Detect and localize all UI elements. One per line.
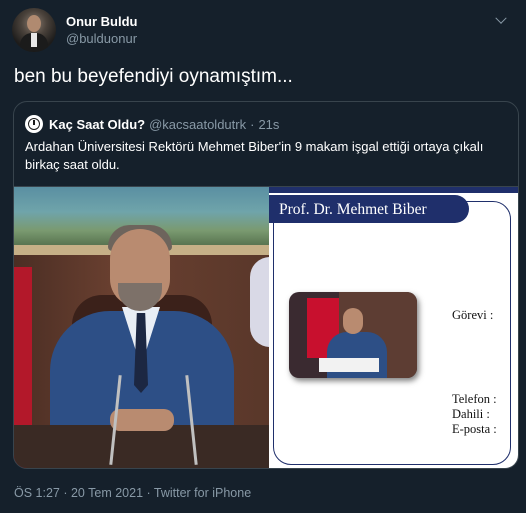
author-handle[interactable]: @bulduonur bbox=[66, 30, 138, 47]
quoted-timestamp[interactable]: 21s bbox=[258, 117, 279, 132]
rector-photo bbox=[14, 187, 269, 468]
portrait-paper-shape bbox=[319, 358, 379, 372]
quoted-tweet-header: Kaç Saat Oldu? @kacsaatoldutrk · 21s bbox=[25, 115, 279, 133]
chevron-down-icon bbox=[495, 12, 507, 24]
desk-shape bbox=[14, 425, 269, 468]
quoted-author-handle[interactable]: @kacsaatoldutrk bbox=[149, 117, 246, 132]
quoted-author-display-name[interactable]: Kaç Saat Oldu? bbox=[49, 117, 145, 132]
tweet-text: ben bu beyefendiyi oynamıştım... bbox=[14, 66, 293, 87]
hands-shape bbox=[110, 409, 174, 431]
card-label-eposta: E-posta : bbox=[452, 422, 497, 436]
card-label-dahili: Dahili : bbox=[452, 407, 490, 421]
quoted-separator: · bbox=[250, 116, 255, 132]
avatar-face-shape bbox=[27, 15, 41, 32]
portrait-head-shape bbox=[343, 308, 363, 334]
card-portrait bbox=[289, 292, 417, 378]
quoted-tweet[interactable]: Kaç Saat Oldu? @kacsaatoldutrk · 21s Ard… bbox=[13, 101, 519, 469]
author-display-name[interactable]: Onur Buldu bbox=[66, 13, 138, 30]
author-names: Onur Buldu @bulduonur bbox=[66, 13, 138, 47]
quoted-tweet-text: Ardahan Üniversitesi Rektörü Mehmet Bibe… bbox=[25, 139, 484, 172]
quoted-tweet-image[interactable]: Prof. Dr. Mehmet Biber Görevi : Telefon … bbox=[14, 186, 518, 468]
card-top-bar bbox=[269, 187, 518, 193]
tweet-metadata[interactable]: ÖS 1:27 · 20 Tem 2021 · Twitter for iPho… bbox=[14, 486, 251, 500]
author-avatar[interactable] bbox=[12, 8, 56, 52]
avatar-shirt-shape bbox=[31, 33, 37, 47]
quoted-author-avatar[interactable] bbox=[25, 115, 43, 133]
profile-card: Prof. Dr. Mehmet Biber Görevi : Telefon … bbox=[269, 187, 518, 468]
more-options-button[interactable] bbox=[490, 12, 512, 30]
card-title: Prof. Dr. Mehmet Biber bbox=[279, 201, 427, 218]
card-label-gorevi: Görevi : bbox=[452, 308, 494, 322]
tweet-author[interactable]: Onur Buldu @bulduonur bbox=[12, 8, 138, 52]
university-seal-shape bbox=[250, 257, 269, 347]
clock-hand-shape bbox=[33, 120, 35, 125]
card-label-telefon: Telefon : bbox=[452, 392, 497, 406]
